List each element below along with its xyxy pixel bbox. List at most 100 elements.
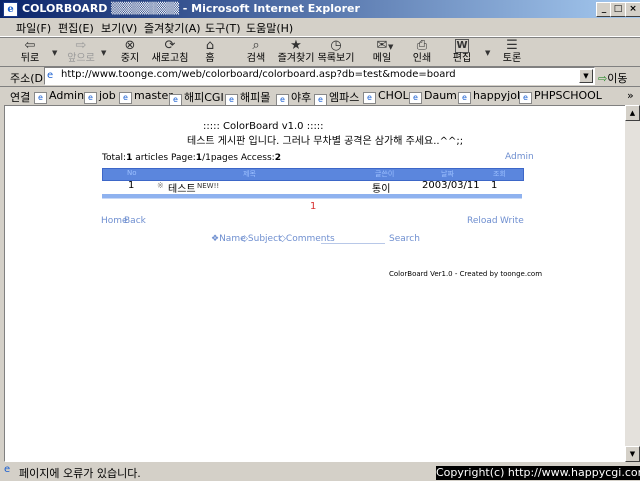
maximize-button[interactable]: □: [610, 2, 626, 17]
address-input[interactable]: e http://www.toonge.com/web/colorboard/c…: [44, 67, 595, 85]
link-happymall[interactable]: e 해피몰: [225, 89, 270, 106]
forward-button[interactable]: ⇨ 앞으로: [61, 39, 101, 65]
word-edit-icon: W: [455, 39, 469, 53]
go-button[interactable]: ⇨이동: [598, 70, 627, 86]
ie-logo-icon: e: [3, 2, 18, 17]
stop-button[interactable]: ⊗ 중지: [110, 39, 150, 65]
link-page-icon: e: [119, 92, 132, 104]
forward-dropdown-icon[interactable]: ▼: [101, 49, 106, 57]
search-icon: ⌕: [252, 38, 260, 53]
search-submit-button[interactable]: Search: [389, 234, 420, 244]
row-new-badge: NEW!!: [197, 182, 220, 190]
link-phpschool[interactable]: e PHPSCHOOL: [519, 89, 602, 104]
link-page-icon: e: [409, 92, 422, 104]
scroll-up-icon[interactable]: ▲: [625, 105, 640, 121]
page-icon: e: [47, 70, 54, 81]
row-no: 1: [128, 180, 135, 191]
header-subject: 제목: [243, 170, 256, 178]
history-button[interactable]: ◷ 목록보기: [316, 39, 356, 65]
link-master[interactable]: e master: [119, 89, 173, 104]
write-link[interactable]: Write: [500, 216, 524, 226]
edit-dropdown-icon[interactable]: ▼: [485, 49, 490, 57]
link-page-icon: e: [84, 92, 97, 104]
menu-file[interactable]: 파일(F): [16, 20, 51, 36]
go-arrow-icon: ⇨: [598, 72, 608, 85]
forward-arrow-icon: ⇨: [75, 38, 87, 53]
link-chol[interactable]: e CHOL: [363, 89, 409, 104]
header-hits: 조회: [493, 170, 506, 178]
address-bar: 주소(D) e http://www.toonge.com/web/colorb…: [0, 66, 640, 86]
admin-link[interactable]: Admin: [505, 152, 534, 162]
copyright-banner: Copyright(c) http://www.happycgi.com: [436, 466, 640, 480]
board-subtitle: 테스트 게시판 입니다. 그러나 무차별 공격은 삼가해 주세요..^^;;: [187, 136, 464, 147]
menu-view[interactable]: 보기(V): [101, 20, 137, 36]
print-button[interactable]: ⎙ 인쇄: [402, 39, 442, 65]
home-button[interactable]: ⌂ 홈: [190, 39, 230, 65]
links-label: 연결: [10, 91, 31, 104]
favorites-button[interactable]: ★ 즐겨찾기: [276, 39, 316, 65]
board-footer: ColorBoard Ver1.0 - Created by toonge.co…: [389, 270, 543, 278]
menu-favorites[interactable]: 즐겨찾기(A): [144, 20, 201, 36]
address-label: 주소(D): [10, 72, 48, 85]
page-error-icon[interactable]: e: [4, 464, 16, 476]
back-arrow-icon: ⇦: [24, 38, 36, 53]
back-dropdown-icon[interactable]: ▼: [52, 49, 57, 57]
history-icon: ◷: [330, 38, 342, 53]
mail-dropdown-icon[interactable]: ▼: [388, 43, 393, 51]
title-bar: e COLORBOARD ▒▒▒▒▒▒▒▒ - Microsoft Intern…: [0, 0, 640, 18]
row-date: 2003/03/11: [422, 180, 480, 191]
link-empas[interactable]: e 엠파스: [314, 89, 359, 106]
search-input[interactable]: [321, 243, 385, 244]
link-yahoo[interactable]: e 야후: [276, 89, 311, 106]
row-author[interactable]: 통이: [372, 180, 390, 195]
scroll-down-icon[interactable]: ▼: [625, 446, 640, 462]
header-no: No: [127, 169, 137, 177]
header-date: 날짜: [441, 170, 454, 178]
link-happyjob[interactable]: e happyjob: [458, 89, 524, 104]
back-button[interactable]: ⇦ 뒤로: [10, 39, 50, 65]
links-bar: 연결 e Admin e job e master e 해피CGI e 해피몰 e 야후 e…: [0, 86, 640, 106]
menu-tools[interactable]: 도구(T): [205, 20, 241, 36]
discuss-icon: ☰: [506, 38, 518, 53]
board-stats: Total:1 articles Page:1/1pages Access:2: [102, 153, 281, 163]
address-url[interactable]: http://www.toonge.com/web/colorboard/col…: [61, 69, 456, 80]
link-daum[interactable]: e Daum: [409, 89, 457, 104]
search-subject-option[interactable]: ◇Subject: [241, 234, 282, 244]
link-page-icon: e: [458, 92, 471, 104]
link-page-icon: e: [34, 92, 47, 104]
menu-bar: 파일(F) 편집(E) 보기(V) 즐겨찾기(A) 도구(T) 도움말(H): [0, 18, 640, 37]
link-page-icon: e: [519, 92, 532, 104]
window-title: COLORBOARD ▒▒▒▒▒▒▒▒ - Microsoft Internet…: [22, 2, 360, 15]
page-content: ::::: ColorBoard v1.0 ::::: 테스트 게시판 입니다.…: [4, 105, 626, 462]
back-link[interactable]: Back: [124, 216, 146, 226]
link-happycgi[interactable]: e 해피CGI: [169, 89, 224, 106]
favorites-icon: ★: [290, 38, 302, 53]
search-button[interactable]: ⌕ 검색: [236, 39, 276, 65]
reload-link[interactable]: Reload: [467, 216, 498, 226]
refresh-icon: ⟳: [164, 38, 176, 53]
print-icon: ⎙: [416, 38, 428, 53]
stop-icon: ⊗: [124, 38, 136, 53]
refresh-button[interactable]: ⟳ 새로고침: [150, 39, 190, 65]
links-more-icon[interactable]: »: [627, 89, 634, 102]
menu-edit[interactable]: 편집(E): [58, 20, 94, 36]
status-text: 페이지에 오류가 있습니다.: [19, 467, 141, 480]
discuss-button[interactable]: ☰ 토론: [492, 39, 532, 65]
link-job[interactable]: e job: [84, 89, 116, 104]
row-subject-link[interactable]: 테스트: [168, 180, 196, 195]
link-page-icon: e: [363, 92, 376, 104]
header-author: 글쓴이: [375, 170, 395, 178]
row-bullet-icon: ※: [157, 181, 164, 190]
row-hits: 1: [491, 180, 498, 191]
close-button[interactable]: ×: [625, 2, 640, 17]
edit-button[interactable]: W 편집: [442, 39, 482, 65]
menu-help[interactable]: 도움말(H): [246, 20, 293, 36]
vertical-scrollbar[interactable]: ▲ ▼: [625, 105, 640, 462]
page-number-link[interactable]: 1: [310, 201, 316, 212]
home-icon: ⌂: [205, 38, 215, 53]
toolbar: ⇦ 뒤로 ▼ ⇨ 앞으로 ▼ ⊗ 중지 ⟳ 새로고침 ⌂ 홈 ⌕ 검색 ★ 즐겨…: [0, 37, 640, 67]
link-admin[interactable]: e Admin: [34, 89, 84, 104]
table-row[interactable]: 1 ※ 테스트 NEW!! 통이 2003/03/11 1: [102, 180, 522, 195]
address-dropdown-icon[interactable]: ▼: [579, 69, 593, 83]
mail-button[interactable]: ✉ 메일: [362, 39, 402, 65]
